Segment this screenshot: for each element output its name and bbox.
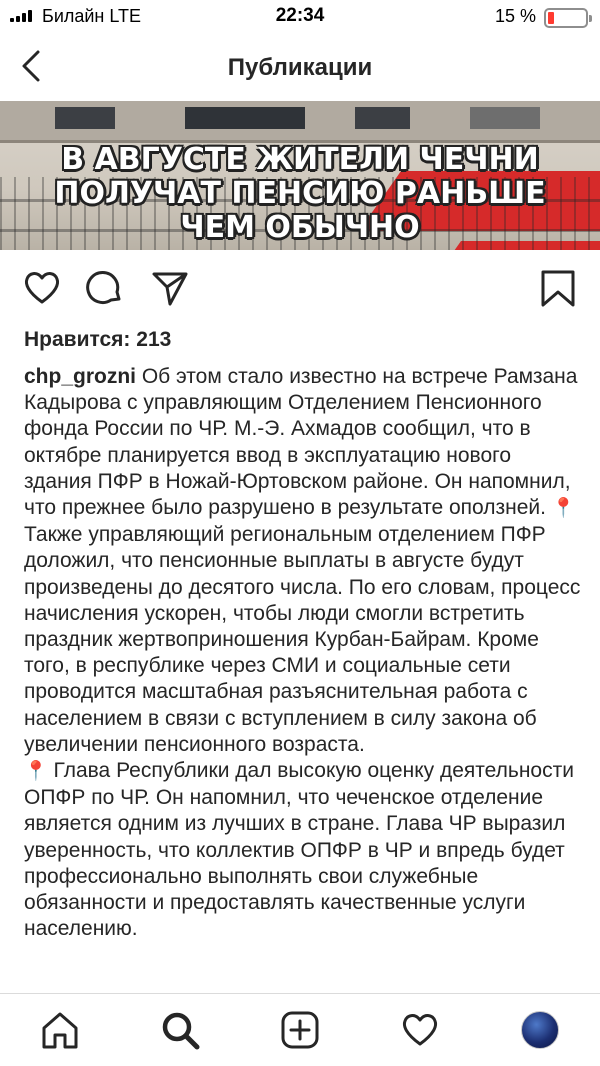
- likes-count[interactable]: Нравится: 213: [24, 328, 171, 352]
- tab-profile[interactable]: [518, 1008, 562, 1052]
- nav-bar: Публикации: [0, 34, 600, 100]
- home-icon: [42, 1012, 78, 1049]
- plus-square-icon: [281, 1011, 319, 1049]
- save-button[interactable]: [538, 268, 578, 308]
- headline-line: ЧЕМ ОБЫЧНО: [180, 210, 420, 245]
- bookmark-icon: [541, 270, 575, 307]
- caption-text: Глава Республики дал высокую оценку деят…: [24, 759, 574, 941]
- headline-line: ПОЛУЧАТ ПЕНСИЮ РАНЬШЕ: [54, 176, 546, 211]
- search-icon: [162, 1012, 200, 1050]
- share-button[interactable]: [150, 268, 190, 308]
- battery-percent: 15 %: [494, 6, 536, 26]
- post-actions: [0, 262, 600, 318]
- tab-home[interactable]: [38, 1008, 82, 1052]
- tab-activity[interactable]: [398, 1008, 442, 1052]
- pin-icon: 📍: [551, 498, 576, 520]
- like-button[interactable]: [22, 268, 62, 308]
- comment-button[interactable]: [86, 268, 126, 308]
- caption-username[interactable]: chp_grozni: [24, 365, 136, 388]
- post-caption: chp_grozni Об этом стало известно на вст…: [24, 364, 584, 994]
- tab-new-post[interactable]: [278, 1008, 322, 1052]
- heart-icon: [402, 1014, 438, 1046]
- post-image[interactable]: В АВГУСТЕ ЖИТЕЛИ ЧЕЧНИ ПОЛУЧАТ ПЕНСИЮ РА…: [0, 101, 600, 250]
- heart-icon: [24, 272, 60, 304]
- image-headline: В АВГУСТЕ ЖИТЕЛИ ЧЕЧНИ ПОЛУЧАТ ПЕНСИЮ РА…: [0, 143, 600, 245]
- page-title: Публикации: [227, 54, 373, 81]
- comment-icon: [86, 271, 121, 305]
- tab-search[interactable]: [158, 1008, 202, 1052]
- send-icon: [152, 272, 188, 306]
- pin-icon: 📍: [24, 761, 48, 783]
- caption-text: Об этом стало известно на встрече Рамзан…: [24, 365, 578, 520]
- avatar: [521, 1011, 559, 1049]
- headline-line: В АВГУСТЕ ЖИТЕЛИ ЧЕЧНИ: [61, 142, 539, 177]
- status-bar: Билайн LTE 22:34 15 %: [0, 0, 600, 34]
- bottom-tab-bar: [0, 993, 600, 1066]
- caption-text: Также управляющий региональным отделение…: [24, 523, 581, 756]
- battery-icon: [544, 8, 592, 28]
